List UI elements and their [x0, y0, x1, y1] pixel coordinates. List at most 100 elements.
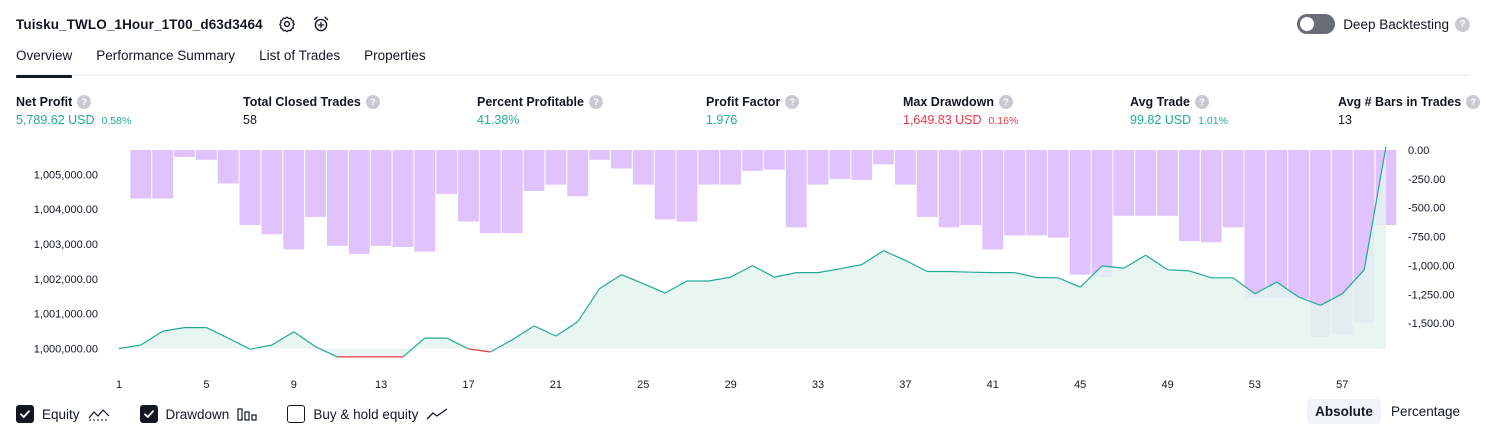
metric-label: Total Closed Trades — [243, 95, 361, 109]
right-axis-tick-label: -1,250.00 — [1408, 289, 1454, 301]
drawdown-bar — [501, 150, 523, 234]
right-axis-tick-label: -1,000.00 — [1408, 260, 1454, 272]
metric-percent: 0.16% — [988, 115, 1019, 127]
drawdown-bar — [851, 150, 873, 180]
metric-net-profit: Net Profit? 5,789.62 USD 0.58% — [16, 94, 131, 129]
metric-label: Avg Trade — [1130, 95, 1190, 109]
metric-max-drawdown: Max Drawdown? 1,649.83 USD 0.16% — [903, 94, 1018, 129]
metric-percent: 0.58% — [101, 115, 132, 127]
percentage-button[interactable]: Percentage — [1383, 399, 1468, 424]
help-icon[interactable]: ? — [365, 95, 380, 109]
drawdown-bar — [1113, 150, 1135, 216]
absolute-button[interactable]: Absolute — [1307, 399, 1381, 424]
drawdown-bar — [611, 150, 632, 169]
left-axis-tick-label: 1,001,000.00 — [34, 309, 98, 321]
drawdown-checkbox[interactable] — [139, 405, 158, 423]
buyhold-label: Buy & hold equity — [313, 406, 419, 422]
x-axis-tick-label: 41 — [987, 379, 999, 391]
metric-value: 1.976 — [706, 113, 738, 127]
drawdown-bar — [567, 150, 589, 197]
help-icon[interactable]: ? — [1455, 16, 1470, 32]
strategy-header: Tuisku_TWLO_1Hour_1T00_d63d3464 — [16, 12, 331, 36]
deep-backtesting-toggle[interactable] — [1297, 14, 1336, 34]
report-tabs: Overview Performance Summary List of Tra… — [16, 44, 1470, 78]
tab-performance-summary[interactable]: Performance Summary — [96, 44, 235, 76]
drawdown-bar — [916, 150, 938, 217]
x-axis-tick-label: 49 — [1161, 379, 1173, 391]
tab-list-of-trades[interactable]: List of Trades — [259, 44, 340, 76]
metric-label: Profit Factor — [706, 95, 781, 109]
left-axis-tick-label: 1,005,000.00 — [34, 169, 98, 181]
buyhold-checkbox-item[interactable]: Buy & hold equity — [287, 405, 448, 423]
metric-value: 58 — [243, 113, 257, 127]
help-icon[interactable]: ? — [999, 95, 1013, 109]
right-axis-tick-label: -750.00 — [1408, 232, 1445, 244]
drawdown-bar — [1266, 150, 1288, 298]
metric-avg-bars-in-trades: Avg # Bars in Trades? 13 — [1338, 94, 1481, 129]
metric-value: 99.82 USD — [1130, 113, 1192, 127]
strategy-name: Tuisku_TWLO_1Hour_1T00_d63d3464 — [16, 16, 263, 32]
drawdown-bar — [1222, 150, 1244, 228]
drawdown-bar — [523, 150, 545, 191]
drawdown-bar — [589, 150, 610, 160]
x-axis-tick-label: 17 — [462, 379, 474, 391]
drawdown-bar — [436, 150, 458, 194]
equity-checkbox[interactable] — [16, 405, 34, 423]
drawdown-bar — [1244, 150, 1266, 298]
drawdown-bar — [1026, 150, 1047, 236]
tab-overview[interactable]: Overview — [16, 44, 73, 78]
drawdown-bar — [239, 150, 261, 225]
drawdown-bar — [960, 150, 982, 225]
help-icon[interactable]: ? — [77, 95, 92, 109]
drawdown-bar — [785, 150, 807, 228]
right-axis-tick-label: 0.00 — [1408, 145, 1429, 157]
help-icon[interactable]: ? — [1466, 95, 1481, 109]
equity-segment — [949, 270, 971, 273]
left-axis-tick-label: 1,003,000.00 — [34, 239, 98, 251]
help-icon[interactable]: ? — [785, 95, 800, 109]
metric-avg-trade: Avg Trade? 99.82 USD 1.01% — [1130, 94, 1228, 129]
tab-properties[interactable]: Properties — [364, 44, 426, 76]
metric-total-closed-trades: Total Closed Trades? 58 — [243, 94, 380, 129]
deep-backtesting-label: Deep Backtesting — [1343, 16, 1449, 32]
metric-label: Percent Profitable — [477, 95, 584, 109]
equity-drawdown-chart[interactable]: 1,000,000.00 1,001,000.00 1,002,000.00 1,00… — [0, 138, 1486, 398]
buyhold-checkbox[interactable] — [287, 405, 306, 423]
drawdown-bar — [807, 150, 829, 185]
metric-percent: 1.01% — [1198, 115, 1228, 127]
x-axis: 1 5 9 13 17 21 25 29 33 37 41 45 49 53 57 — [116, 379, 1348, 391]
help-icon[interactable]: ? — [1194, 95, 1209, 109]
deep-backtesting-control: Deep Backtesting ? — [1297, 13, 1470, 35]
left-axis-tick-label: 1,002,000.00 — [34, 274, 98, 286]
metric-label: Avg # Bars in Trades — [1338, 95, 1462, 109]
x-axis-tick-label: 13 — [375, 379, 387, 391]
alarm-add-icon[interactable] — [311, 14, 331, 34]
metric-value: 13 — [1338, 113, 1352, 127]
right-axis-tick-label: -1,500.00 — [1408, 318, 1454, 330]
drawdown-checkbox-item[interactable]: Drawdown — [139, 405, 258, 423]
drawdown-bar — [545, 150, 567, 185]
metric-value: 41.38% — [477, 113, 520, 127]
settings-icon[interactable] — [277, 14, 297, 34]
help-icon[interactable]: ? — [588, 95, 603, 109]
x-axis-tick-label: 33 — [812, 379, 824, 391]
x-axis-tick-label: 53 — [1249, 379, 1261, 391]
drawdown-bar — [1004, 150, 1025, 236]
x-axis-tick-label: 9 — [291, 379, 297, 391]
drawdown-bar — [720, 150, 741, 185]
drawdown-bar — [370, 150, 392, 246]
drawdown-bar — [1179, 150, 1200, 242]
drawdown-bar — [654, 150, 676, 220]
display-mode-switch: Absolute Percentage — [1305, 399, 1468, 424]
equity-label: Equity — [42, 406, 80, 422]
drawdown-bar — [1047, 150, 1069, 238]
drawdown-bar — [283, 150, 305, 250]
drawdown-bar — [1091, 150, 1113, 277]
left-axis: 1,000,000.00 1,001,000.00 1,002,000.00 1,00… — [34, 169, 98, 355]
equity-checkbox-item[interactable]: Equity — [16, 405, 110, 423]
toggle-knob — [1300, 17, 1315, 31]
drawdown-bar — [698, 150, 720, 185]
buyhold-line-icon — [426, 407, 448, 421]
x-axis-tick-label: 45 — [1074, 379, 1086, 391]
equity-line-icon — [88, 407, 110, 421]
